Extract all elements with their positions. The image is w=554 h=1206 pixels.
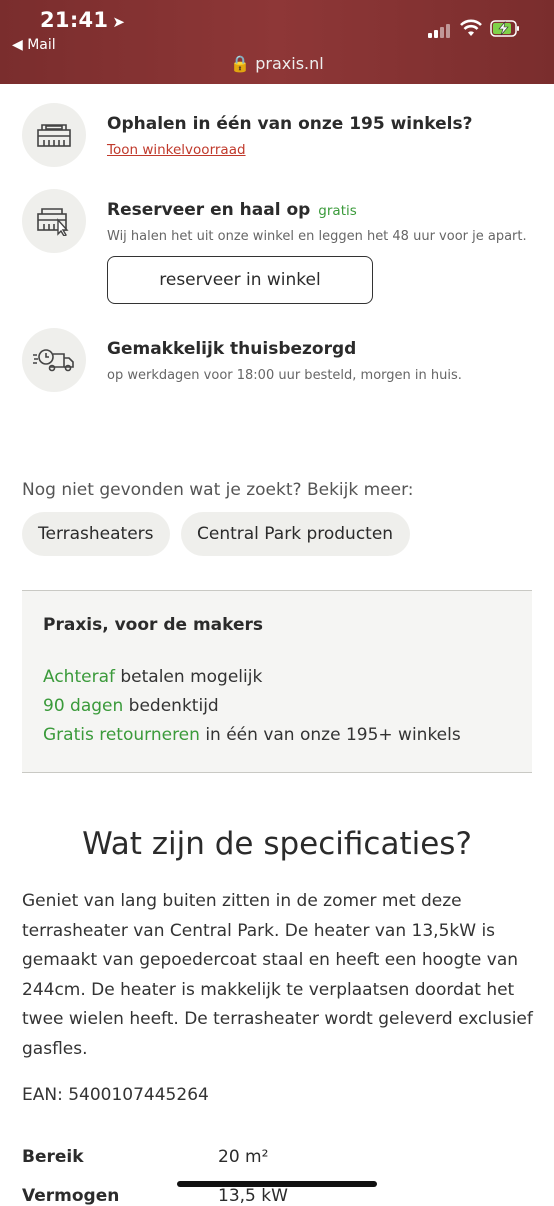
reserve-description: Wij halen het uit onze winkel en leggen …: [107, 229, 527, 244]
chip-terrasheaters[interactable]: Terrasheaters: [22, 512, 170, 556]
status-bar: 21:41 ➤ ◀ Mail 🔒 praxis.nl: [0, 0, 554, 84]
see-more-text: Nog niet gevonden wat je zoekt? Bekijk m…: [22, 480, 414, 500]
spec-label-range: Bereik: [22, 1147, 84, 1167]
free-badge: gratis: [318, 203, 357, 219]
spec-label-power: Vermogen: [22, 1186, 120, 1206]
usp-row: Gratis retourneren in één van onze 195+ …: [43, 725, 461, 745]
store-icon: [22, 103, 86, 167]
show-stock-link[interactable]: Toon winkelvoorraad: [107, 142, 246, 158]
delivery-title: Gemakkelijk thuisbezorgd: [107, 339, 357, 359]
clock: 21:41 ➤: [40, 8, 126, 32]
reserve-title: Reserveer en haal op gratis: [107, 200, 357, 220]
spec-value-power: 13,5 kW: [218, 1186, 288, 1206]
usp-title: Praxis, voor de makers: [43, 615, 264, 635]
specs-heading: Wat zijn de specificaties?: [82, 826, 472, 862]
cellular-signal-icon: [428, 22, 452, 38]
address-bar[interactable]: 🔒 praxis.nl: [0, 54, 554, 73]
usp-row: 90 dagen bedenktijd: [43, 696, 219, 716]
delivery-description: op werkdagen voor 18:00 uur besteld, mor…: [107, 368, 462, 383]
back-to-mail[interactable]: ◀ Mail: [12, 37, 56, 53]
battery-charging-icon: [490, 20, 519, 37]
pickup-title: Ophalen in één van onze 195 winkels?: [107, 114, 473, 134]
ean-code: EAN: 5400107445264: [22, 1085, 209, 1105]
usp-row: Achteraf betalen mogelijk: [43, 667, 263, 687]
usp-box: Praxis, voor de makers Achteraf betalen …: [22, 590, 532, 773]
lock-icon: 🔒: [230, 54, 251, 73]
product-description: Geniet van lang buiten zitten in de zome…: [22, 891, 533, 1059]
home-indicator[interactable]: [177, 1181, 377, 1187]
location-arrow-icon: ➤: [112, 13, 126, 31]
chip-central-park[interactable]: Central Park producten: [181, 512, 410, 556]
reserve-store-icon: [22, 189, 86, 253]
reserve-in-store-button[interactable]: reserveer in winkel: [107, 256, 373, 304]
wifi-icon: [460, 19, 482, 36]
spec-value-range: 20 m²: [218, 1147, 269, 1167]
delivery-truck-icon: [22, 328, 86, 392]
